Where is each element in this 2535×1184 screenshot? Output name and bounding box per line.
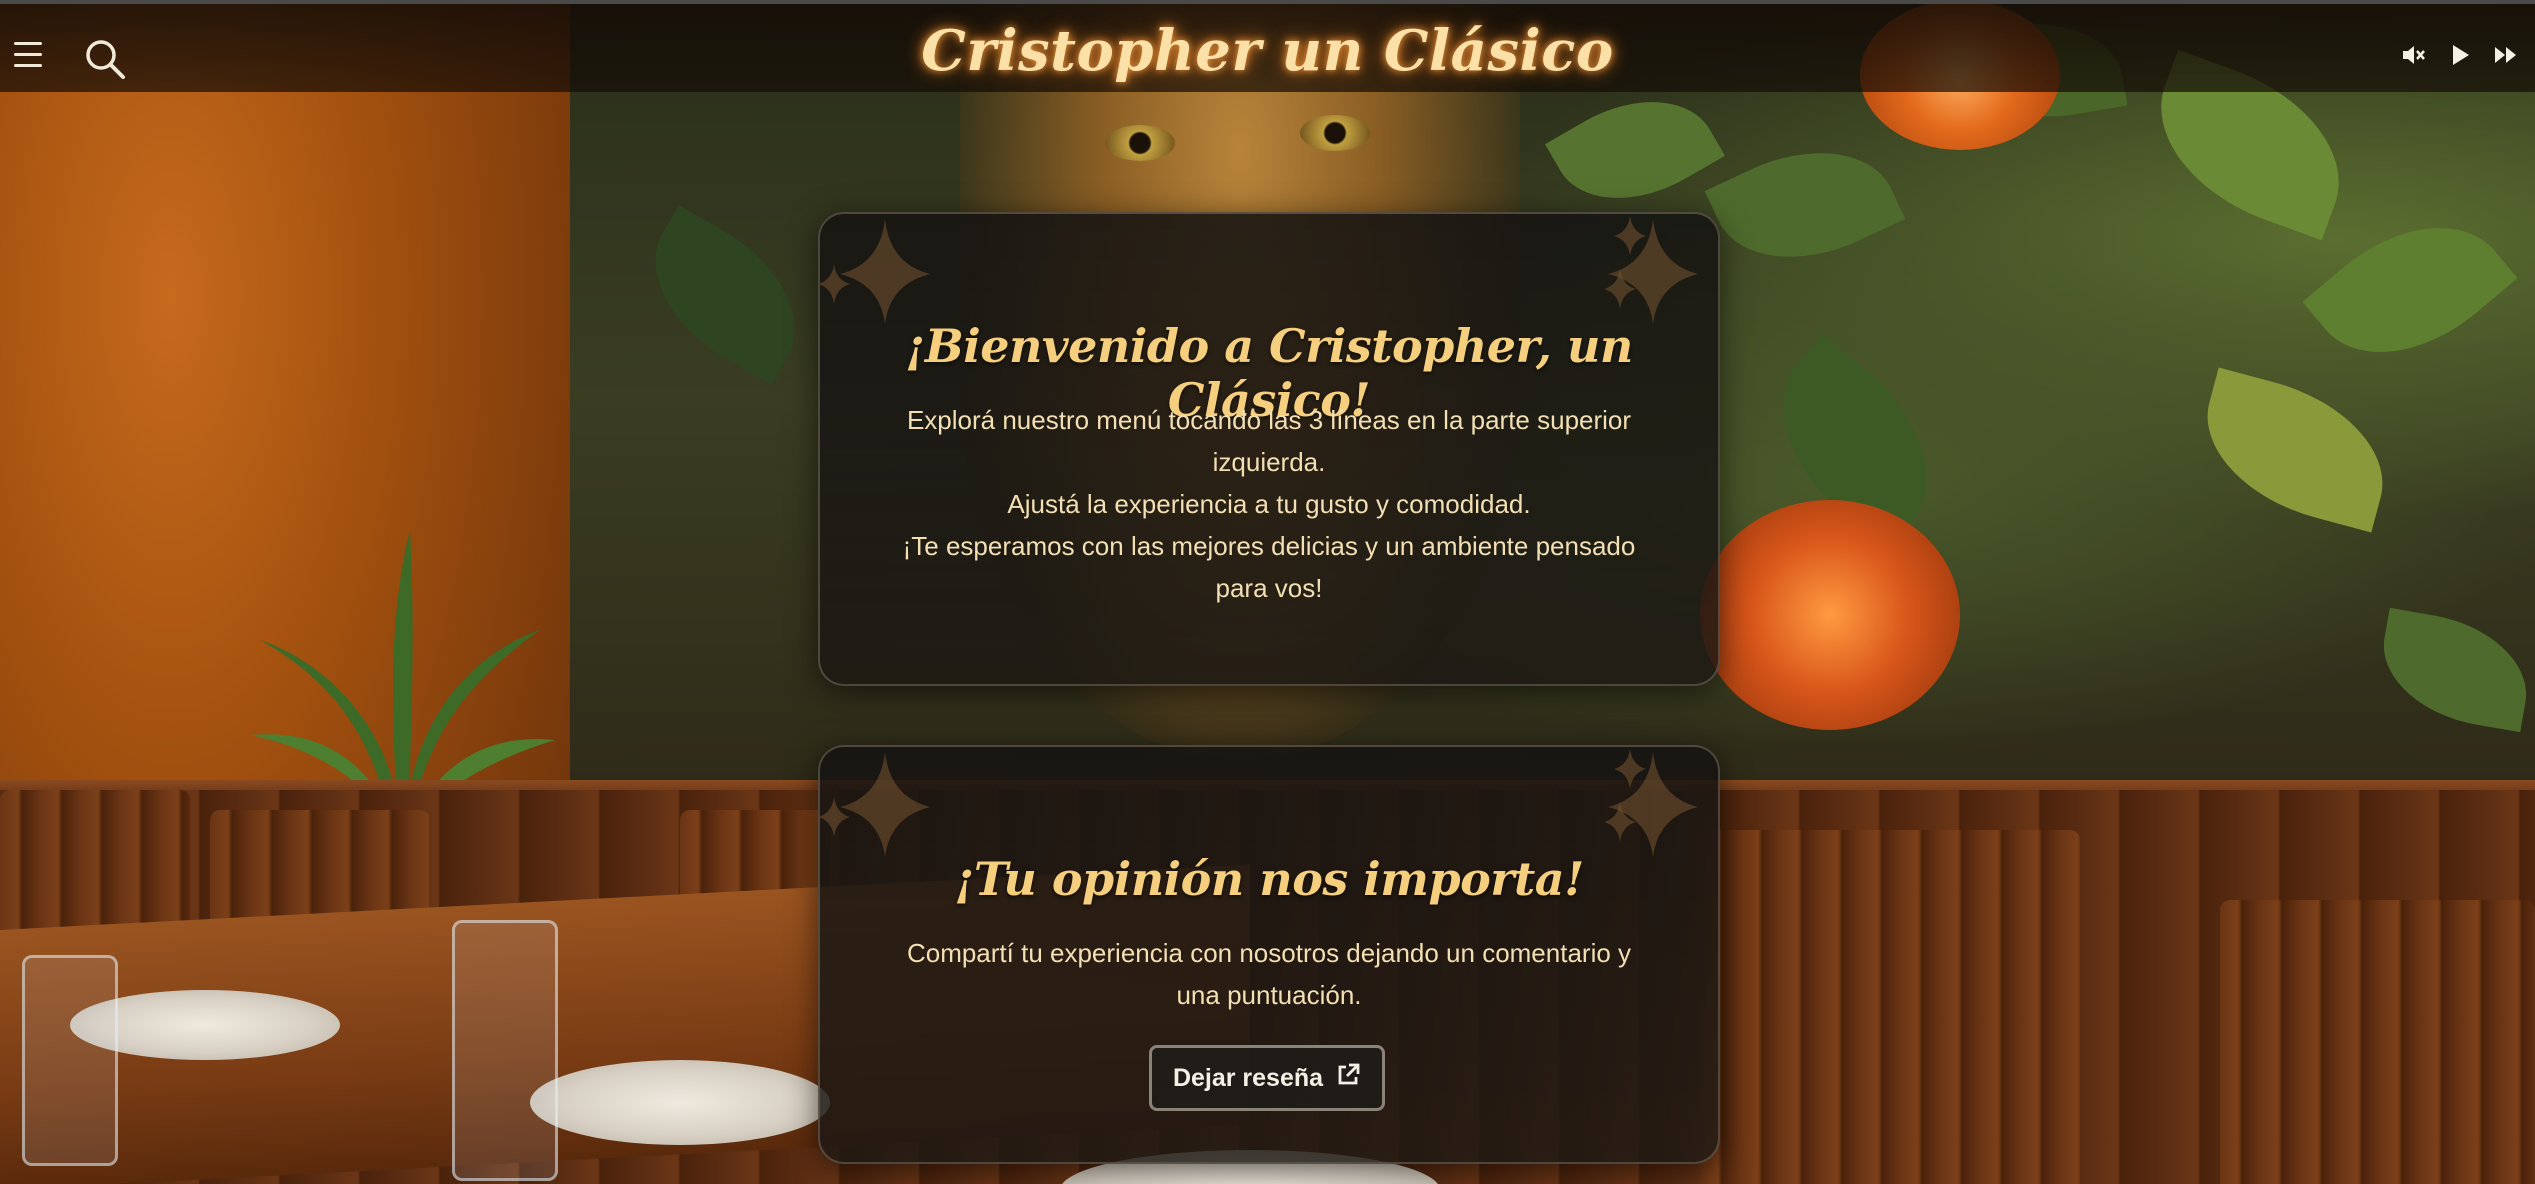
chair	[2220, 900, 2535, 1184]
plate	[530, 1060, 830, 1145]
sparkle-decoration	[820, 749, 1698, 857]
welcome-line-invite: ¡Te esperamos con las mejores delicias y…	[902, 531, 1636, 603]
leave-review-button[interactable]: Dejar reseña	[1149, 1045, 1385, 1111]
water-glass	[22, 955, 118, 1166]
sparkle-decoration	[820, 216, 1698, 324]
site-title: Cristopher un Clásico	[921, 18, 1614, 84]
review-card: ¡Tu opinión nos importa! Compartí tu exp…	[818, 745, 1720, 1164]
music-player-controls	[2401, 42, 2519, 68]
chair	[1700, 830, 2080, 1184]
leave-review-label: Dejar reseña	[1172, 1063, 1324, 1092]
review-heading: ¡Tu opinión nos importa!	[954, 852, 1584, 906]
hibiscus-flower	[1700, 500, 1960, 730]
external-link-icon	[1335, 1062, 1361, 1095]
jaguar-eye	[1105, 125, 1175, 161]
welcome-card: ¡Bienvenido a Cristopher, un Clásico! Ex…	[818, 212, 1720, 686]
site-header: Cristopher un Clásico	[0, 4, 2535, 92]
mute-icon[interactable]	[2401, 42, 2427, 68]
potted-plant	[250, 530, 555, 820]
welcome-line-adjust: Ajustá la experiencia a tu gusto y comod…	[1007, 489, 1531, 519]
welcome-body: Explorá nuestro menú tocando las 3 línea…	[890, 399, 1648, 609]
jaguar-eye	[1300, 115, 1370, 151]
fast-forward-icon[interactable]	[2493, 42, 2519, 68]
welcome-line-menu: Explorá nuestro menú tocando las 3 línea…	[906, 405, 1632, 477]
review-body: Compartí tu experiencia con nosotros dej…	[906, 938, 1632, 1010]
water-glass	[452, 920, 558, 1181]
play-icon[interactable]	[2447, 42, 2473, 68]
